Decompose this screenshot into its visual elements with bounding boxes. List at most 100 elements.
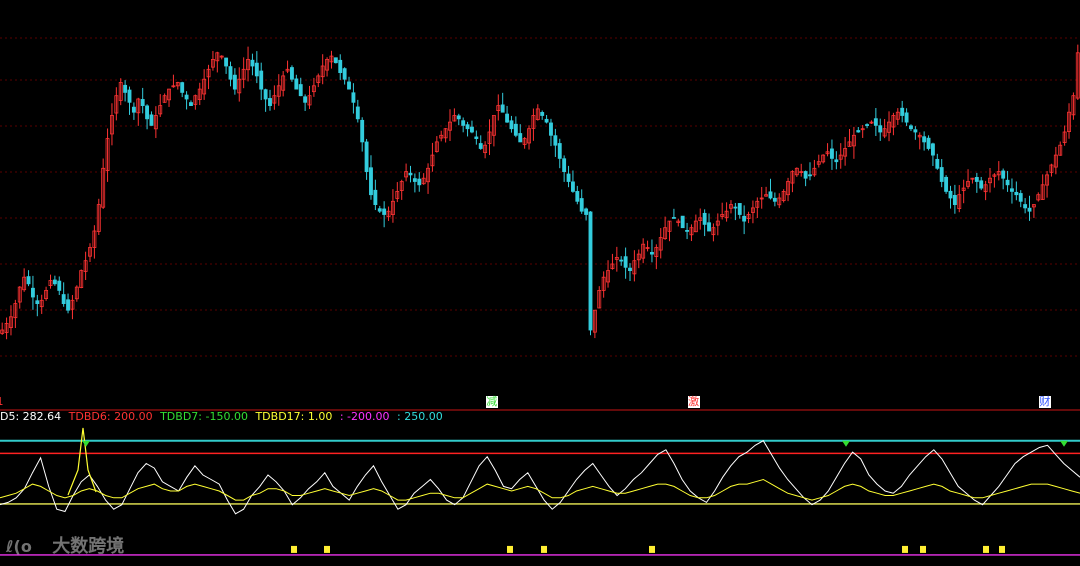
candle-body [900, 107, 905, 116]
candle-body [347, 81, 351, 90]
candle-body [149, 114, 154, 126]
candle-body [913, 129, 918, 133]
candle-body [768, 191, 773, 199]
candle-body [355, 106, 360, 120]
candle-body [865, 124, 870, 126]
candle-body [465, 124, 470, 130]
candle-body [513, 123, 518, 136]
candle-body [650, 252, 654, 255]
indicator-line-d5 [0, 440, 1080, 515]
buy-signal-marker [507, 545, 513, 553]
candle-body [333, 57, 338, 64]
candle-body [52, 279, 57, 285]
stock-chart[interactable] [0, 0, 1080, 566]
candle-body [456, 115, 461, 120]
candle-body [268, 98, 272, 107]
candle-body [974, 177, 979, 182]
legend-tdbd17: TDBD17: 1.00 [255, 410, 333, 423]
candle-body [979, 180, 984, 189]
candle-body [922, 136, 927, 143]
candle-body [298, 84, 303, 97]
candle-body [254, 62, 259, 77]
candle-body [904, 112, 909, 123]
buy-signal-marker [649, 545, 655, 553]
candle-body [939, 167, 944, 182]
candle-body [1023, 204, 1028, 209]
candle-body [948, 190, 953, 199]
candle-body [952, 194, 957, 205]
legend-d5: D5: 282.64 [0, 410, 62, 423]
buy-signal-marker [324, 545, 330, 553]
candle-body [1014, 191, 1019, 196]
candle-body [944, 176, 949, 192]
candle-body [505, 113, 510, 123]
candle-body [57, 280, 62, 291]
buy-signal-marker [541, 545, 547, 553]
candle-body [369, 167, 373, 196]
candle-body [733, 206, 738, 209]
candle-body [737, 203, 742, 215]
sell-signal-marker [842, 440, 850, 447]
candle-body [680, 215, 685, 229]
candle-body [1005, 179, 1010, 186]
candle-body [474, 136, 479, 139]
candle-body [140, 99, 145, 106]
indicator-line-tdbd17 [0, 478, 1080, 501]
candle-body [180, 82, 185, 93]
candle-body [338, 59, 343, 73]
candle-body [360, 119, 365, 143]
candle-body [351, 92, 356, 103]
candle-body [549, 122, 553, 136]
indicator-legend: D5: 282.64 TDBD6: 200.00 TDBD7: -150.00 … [0, 410, 447, 426]
candle-body [562, 158, 567, 172]
candle-body [478, 143, 483, 149]
sell-signal-marker [1060, 440, 1068, 447]
candle-body [294, 78, 299, 90]
legend-tdbd6: TDBD6: 200.00 [68, 410, 153, 423]
candle-body [619, 259, 624, 262]
candle-body [588, 211, 593, 331]
candle-body [1018, 193, 1023, 202]
sell-signal-marker [82, 440, 90, 447]
candle-body [579, 198, 584, 212]
price-grid [0, 37, 1080, 411]
signal-marker-cai[interactable]: 财 [1038, 396, 1051, 408]
candle-body [30, 287, 35, 298]
buy-signal-marker [983, 545, 989, 553]
candle-body [232, 74, 237, 90]
candle-body [228, 66, 233, 80]
legend-tdbd7: TDBD7: -150.00 [160, 410, 248, 423]
candle-body [628, 267, 632, 272]
candle-body [290, 67, 294, 80]
candle-body [145, 105, 150, 120]
candle-body [303, 96, 308, 103]
candle-body [772, 197, 777, 202]
candle-body [373, 189, 378, 205]
candle-body [509, 120, 514, 130]
candle-body [553, 135, 558, 146]
candle-body [342, 68, 347, 80]
watermark-text: 大数跨境 [52, 536, 125, 557]
buy-signal-marker [920, 545, 926, 553]
candle-body [127, 89, 132, 103]
candle-body [540, 112, 545, 116]
edge-signal-marker: 1 [0, 396, 6, 408]
candle-body [224, 57, 229, 67]
candle-body [1010, 188, 1014, 192]
candle-body [873, 118, 878, 126]
buy-signal-marker [999, 545, 1005, 553]
candle-body [184, 94, 189, 100]
candle-body [856, 130, 861, 133]
candle-body [131, 106, 136, 113]
candle-body [878, 125, 883, 133]
candle-body [935, 158, 940, 169]
candle-body [26, 276, 31, 285]
signal-marker-ji[interactable]: 激 [687, 396, 700, 408]
candle-body [470, 126, 474, 133]
candle-body [66, 299, 70, 311]
signal-marker-jian[interactable]: 减 [485, 396, 498, 408]
candle-body [250, 59, 255, 67]
indicator-panel [0, 427, 1080, 556]
legend-level-250: : 250.00 [397, 410, 443, 423]
indicator-spike [67, 427, 97, 496]
